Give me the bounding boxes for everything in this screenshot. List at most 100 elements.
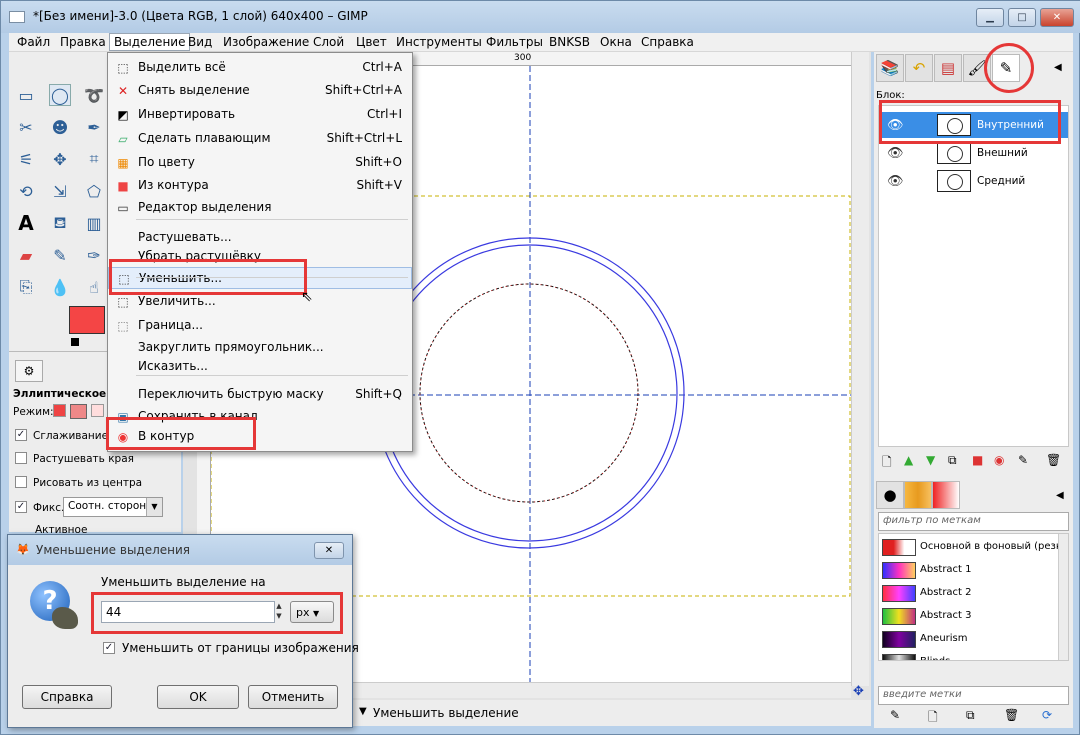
mode-replace-icon[interactable] — [53, 404, 66, 417]
menu-item-label: Увеличить... — [138, 294, 216, 308]
menu-item[interactable]: ✕ Снять выделение Shift+Ctrl+A — [108, 80, 412, 102]
rect-select-icon[interactable]: ▭ — [15, 84, 37, 106]
menu-image[interactable]: Изображение — [223, 35, 309, 49]
ok-button[interactable]: OK — [157, 685, 239, 709]
menu-item[interactable]: ⬚ Граница... — [108, 315, 412, 337]
title-bar: *[Без имени]-3.0 (Цвета RGB, 1 слой) 640… — [1, 1, 1080, 33]
menu-windows[interactable]: Окна — [600, 35, 632, 49]
smudge-icon[interactable]: ☝ — [83, 276, 105, 298]
menu-item[interactable]: ▭ Редактор выделения — [108, 197, 412, 219]
eye-icon[interactable]: 👁 — [887, 146, 904, 161]
from-center-checkbox[interactable] — [15, 476, 27, 488]
navigate-icon[interactable]: ✥ — [853, 684, 864, 699]
close-button[interactable]: ✕ — [1040, 8, 1074, 27]
selection-to-path-icon[interactable]: ◉ — [994, 453, 1004, 467]
gradient-item[interactable]: Abstract 1 — [879, 559, 1059, 582]
gradient-tab-icon[interactable] — [932, 481, 960, 509]
foreground-select-icon[interactable]: ☻ — [49, 116, 71, 138]
unit-dropdown-icon[interactable]: ▼ — [359, 706, 367, 717]
antialias-checkbox[interactable]: ✓ — [15, 429, 27, 441]
mode-subtract-icon[interactable] — [91, 404, 104, 417]
maximize-button[interactable]: □ — [1008, 8, 1036, 27]
gradient-scrollbar[interactable] — [1058, 534, 1068, 660]
layers-tab-icon[interactable]: 📚 — [876, 54, 904, 82]
menu-item[interactable]: ▱ Сделать плавающим Shift+Ctrl+L — [108, 128, 412, 150]
gradient-filter-input[interactable]: фильтр по меткам — [878, 512, 1069, 531]
clone-icon[interactable]: ⎘ — [15, 276, 37, 298]
duplicate-icon[interactable]: ⧉ — [948, 453, 957, 468]
paint-along-path-icon[interactable]: ✎ — [1018, 453, 1028, 467]
tags-input[interactable]: введите метки — [878, 686, 1069, 705]
menu-edit[interactable]: Правка — [60, 35, 106, 49]
perspective-icon[interactable]: ⬠ — [83, 180, 105, 202]
delete-gradient-icon[interactable]: 🗑 — [1004, 708, 1019, 722]
gradient-item[interactable]: Основной в фоновый (резк — [879, 536, 1062, 559]
path-to-selection-icon[interactable]: ■ — [972, 453, 983, 467]
menu-color[interactable]: Цвет — [356, 35, 387, 49]
tool-options-tab-icon[interactable]: ⚙ — [15, 360, 43, 382]
brush-tab-icon[interactable]: ● — [876, 481, 904, 509]
dialog-close-button[interactable]: ✕ — [314, 542, 344, 559]
raise-icon[interactable]: ▲ — [904, 453, 913, 467]
menu-select[interactable]: Выделение — [109, 33, 191, 51]
vertical-scrollbar[interactable] — [851, 52, 869, 686]
fixed-select[interactable]: Соотн. сторон ▼ — [63, 497, 163, 517]
menu-item[interactable]: ■ Из контура Shift+V — [108, 175, 412, 197]
refresh-icon[interactable]: ⟳ — [1042, 708, 1052, 722]
rotate-icon[interactable]: ⟲ — [15, 180, 37, 202]
delete-icon[interactable]: 🗑 — [1046, 453, 1061, 467]
undo-history-tab-icon[interactable]: ↶ — [905, 54, 933, 82]
gradient-item[interactable]: Blinds — [879, 651, 1059, 660]
menu-help[interactable]: Справка — [641, 35, 694, 49]
menu-file[interactable]: Файл — [17, 35, 50, 49]
ellipse-select-icon[interactable]: ◯ — [49, 84, 71, 106]
menu-item[interactable]: ◩ Инвертировать Ctrl+I — [108, 104, 412, 126]
menu-layer[interactable]: Слой — [313, 35, 344, 49]
fixed-checkbox[interactable]: ✓ — [15, 501, 27, 513]
pattern-tab-icon[interactable] — [904, 481, 932, 509]
crop-icon[interactable]: ⌗ — [83, 148, 105, 170]
gradient-item[interactable]: Abstract 3 — [879, 605, 1059, 628]
feather-checkbox[interactable] — [15, 452, 27, 464]
blur-icon[interactable]: 💧 — [49, 276, 71, 298]
new-path-icon[interactable]: 🗋 — [882, 453, 892, 474]
bucket-fill-icon[interactable]: ⛾ — [49, 212, 71, 234]
eraser-icon[interactable]: ▰ — [15, 244, 37, 266]
dock-menu-icon[interactable]: ◀ — [1054, 62, 1062, 73]
edit-gradient-icon[interactable]: ✎ — [890, 708, 900, 722]
mode-add-icon[interactable] — [70, 404, 87, 419]
horizontal-scrollbar[interactable] — [351, 682, 851, 698]
ink-icon[interactable]: ✑ — [83, 244, 105, 266]
menu-item[interactable]: Переключить быструю маску Shift+Q — [108, 384, 412, 406]
gradient-item[interactable]: Abstract 2 — [879, 582, 1059, 605]
scissors-icon[interactable]: ✂ — [15, 116, 37, 138]
menu-view[interactable]: Вид — [188, 35, 212, 49]
reset-colors-icon[interactable] — [71, 338, 79, 346]
airbrush-icon[interactable]: ✎ — [49, 244, 71, 266]
menu-item[interactable]: ⬚ Выделить всё Ctrl+A — [108, 57, 412, 79]
menu-item[interactable]: ▦ По цвету Shift+O — [108, 152, 412, 174]
new-gradient-icon[interactable]: 🗋 — [928, 708, 938, 729]
lasso-icon[interactable]: ➰ — [83, 84, 105, 106]
text-icon[interactable]: A — [15, 211, 37, 235]
paths-icon[interactable]: ✒ — [83, 116, 105, 138]
foreground-color-swatch[interactable] — [69, 306, 105, 334]
align-icon[interactable]: ⚟ — [15, 148, 37, 170]
eye-icon[interactable]: 👁 — [887, 174, 904, 189]
menu-tools[interactable]: Инструменты — [396, 35, 482, 49]
help-button[interactable]: Справка — [22, 685, 112, 709]
minimize-button[interactable]: ▁ — [976, 8, 1004, 27]
menu-filters[interactable]: Фильтры — [486, 35, 543, 49]
gradient-icon[interactable]: ▥ — [83, 212, 105, 234]
duplicate-gradient-icon[interactable]: ⧉ — [966, 708, 975, 723]
channels-tab-icon[interactable]: ▤ — [934, 54, 962, 82]
cancel-button[interactable]: Отменить — [248, 685, 338, 709]
gradient-dock-menu-icon[interactable]: ◀ — [1056, 490, 1064, 501]
menu-bnksb[interactable]: BNKSB — [549, 35, 590, 49]
shrink-from-border-checkbox[interactable]: ✓ — [103, 642, 115, 654]
gradient-item[interactable]: Aneurism — [879, 628, 1059, 651]
scale-icon[interactable]: ⇲ — [49, 180, 71, 202]
layer-row-middle[interactable]: 👁 Средний — [879, 168, 1068, 194]
lower-icon[interactable]: ▼ — [926, 453, 935, 467]
move-icon[interactable]: ✥ — [49, 148, 71, 170]
